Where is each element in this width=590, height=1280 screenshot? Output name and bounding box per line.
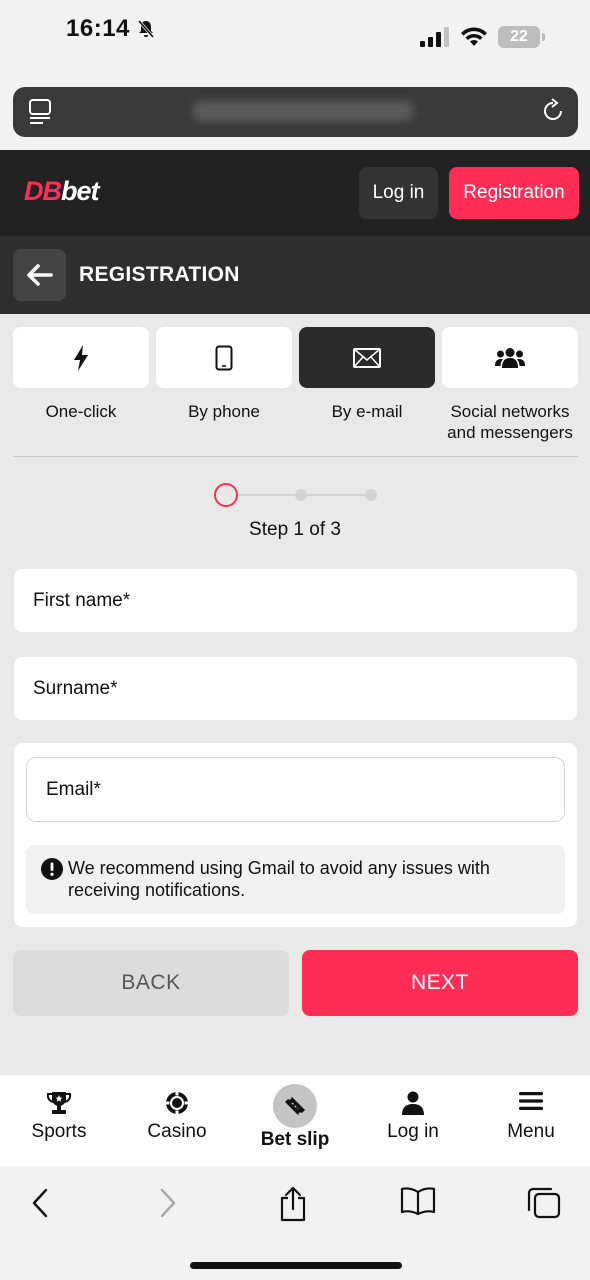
nav-item-sports[interactable]: Sports <box>0 1075 118 1166</box>
step-dot <box>365 489 377 501</box>
tab-one-click[interactable]: One-click <box>13 327 149 443</box>
registration-button[interactable]: Registration <box>449 167 579 219</box>
tab-by-email[interactable]: By e-mail <box>299 327 435 443</box>
tabs-icon[interactable] <box>526 1186 562 1220</box>
envelope-icon <box>353 347 381 368</box>
bookmarks-icon[interactable] <box>400 1186 436 1216</box>
tab-by-phone[interactable]: By phone <box>156 327 292 443</box>
login-button[interactable]: Log in <box>359 167 438 219</box>
lightning-icon <box>74 344 88 371</box>
tab-label: One-click <box>45 402 117 421</box>
bell-muted-icon <box>137 20 155 38</box>
first-name-input[interactable] <box>14 569 577 632</box>
battery-indicator: 22 <box>498 26 545 48</box>
status-time: 16:14 <box>66 15 130 42</box>
browser-forward-icon[interactable] <box>158 1186 178 1220</box>
nav-label: Menu <box>507 1121 555 1142</box>
arrow-left-icon <box>26 264 53 286</box>
phone-icon <box>215 345 233 370</box>
step-indicator <box>214 483 378 507</box>
step-dot-current <box>214 483 238 507</box>
browser-address-area <box>0 62 590 150</box>
nav-item-menu[interactable]: Menu <box>472 1075 590 1166</box>
status-bar: 16:14 22 <box>0 0 590 62</box>
divider <box>13 456 578 457</box>
email-card: We recommend using Gmail to avoid any is… <box>14 743 577 927</box>
nav-label: Sports <box>31 1121 87 1142</box>
nav-item-bet-slip[interactable]: Bet slip <box>236 1075 354 1166</box>
step-text: Step 1 of 3 <box>249 519 341 540</box>
home-indicator[interactable] <box>190 1262 402 1269</box>
address-bar[interactable] <box>13 87 578 137</box>
logo-part-bet: bet <box>61 176 99 206</box>
tab-label: Social networks and messengers <box>447 402 573 442</box>
cellular-signal-icon <box>420 27 449 47</box>
trophy-icon <box>46 1092 72 1114</box>
logo-part-db: DB <box>24 176 62 206</box>
casino-chip-icon <box>165 1091 189 1115</box>
reader-mode-icon[interactable] <box>29 99 53 125</box>
tab-social-networks[interactable]: Social networks and messengers <box>442 327 578 443</box>
page-title: REGISTRATION <box>79 263 240 286</box>
browser-back-icon[interactable] <box>30 1186 50 1220</box>
site-header: DBbet Log in Registration <box>0 150 590 236</box>
surname-input[interactable] <box>14 657 577 720</box>
bottom-nav: Sports Casino Bet slip Log in Menu <box>0 1074 590 1166</box>
reload-icon[interactable] <box>540 98 566 124</box>
browser-toolbar <box>0 1166 590 1280</box>
share-icon[interactable] <box>278 1186 308 1222</box>
nav-label: Bet slip <box>260 1129 330 1150</box>
tab-label: By phone <box>188 402 260 421</box>
gmail-notice: We recommend using Gmail to avoid any is… <box>26 845 565 914</box>
dbbet-logo[interactable]: DBbet <box>24 176 99 207</box>
battery-level: 22 <box>510 28 528 45</box>
tab-label: By e-mail <box>331 402 403 421</box>
wifi-icon <box>461 27 487 46</box>
url-text-blurred[interactable] <box>193 101 413 121</box>
back-button[interactable] <box>13 249 66 301</box>
page-title-bar: REGISTRATION <box>0 236 590 314</box>
step-dot <box>295 489 307 501</box>
registration-method-tabs: One-click By phone By e-mail Social netw… <box>13 327 578 443</box>
nav-item-casino[interactable]: Casino <box>118 1075 236 1166</box>
nav-label: Log in <box>387 1121 439 1142</box>
back-step-button[interactable]: BACK <box>13 950 289 1016</box>
nav-item-log-in[interactable]: Log in <box>354 1075 472 1166</box>
ticket-icon <box>285 1096 305 1116</box>
email-input[interactable] <box>26 757 565 822</box>
notice-text: We recommend using Gmail to avoid any is… <box>68 858 490 900</box>
nav-label: Casino <box>147 1121 207 1142</box>
exclamation-icon <box>41 858 63 880</box>
users-icon <box>495 347 525 368</box>
next-button[interactable]: NEXT <box>302 950 578 1016</box>
user-icon <box>402 1091 424 1115</box>
menu-icon <box>519 1092 543 1110</box>
